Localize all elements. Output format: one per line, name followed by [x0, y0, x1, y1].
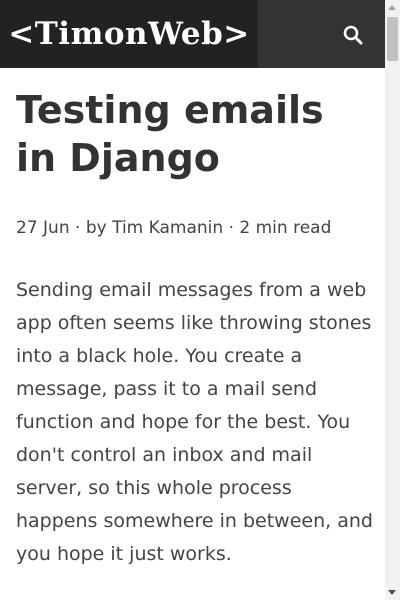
- meta-by: by: [85, 218, 107, 238]
- meta-separator: ·: [75, 218, 81, 238]
- site-logo[interactable]: <TimonWeb>: [0, 0, 258, 68]
- site-header: <TimonWeb>: [0, 0, 385, 68]
- scroll-down-arrow-icon[interactable]: [388, 590, 396, 595]
- read-time: 2 min read: [239, 218, 332, 238]
- scroll-thumb[interactable]: [387, 17, 398, 61]
- article-meta: 27 Jun · by Tim Kamanin · 2 min read: [16, 216, 331, 240]
- page-scrollbar[interactable]: [385, 0, 400, 600]
- article-paragraph: Sending email messages from a web app of…: [16, 279, 373, 565]
- article-title: Testing emails in Django: [16, 88, 324, 180]
- search-icon: [343, 25, 363, 45]
- article-author[interactable]: Tim Kamanin: [112, 218, 223, 238]
- scroll-up-arrow-icon[interactable]: [388, 5, 396, 10]
- search-button[interactable]: [258, 0, 385, 68]
- article-date: 27 Jun: [16, 218, 70, 238]
- meta-separator: ·: [228, 218, 234, 238]
